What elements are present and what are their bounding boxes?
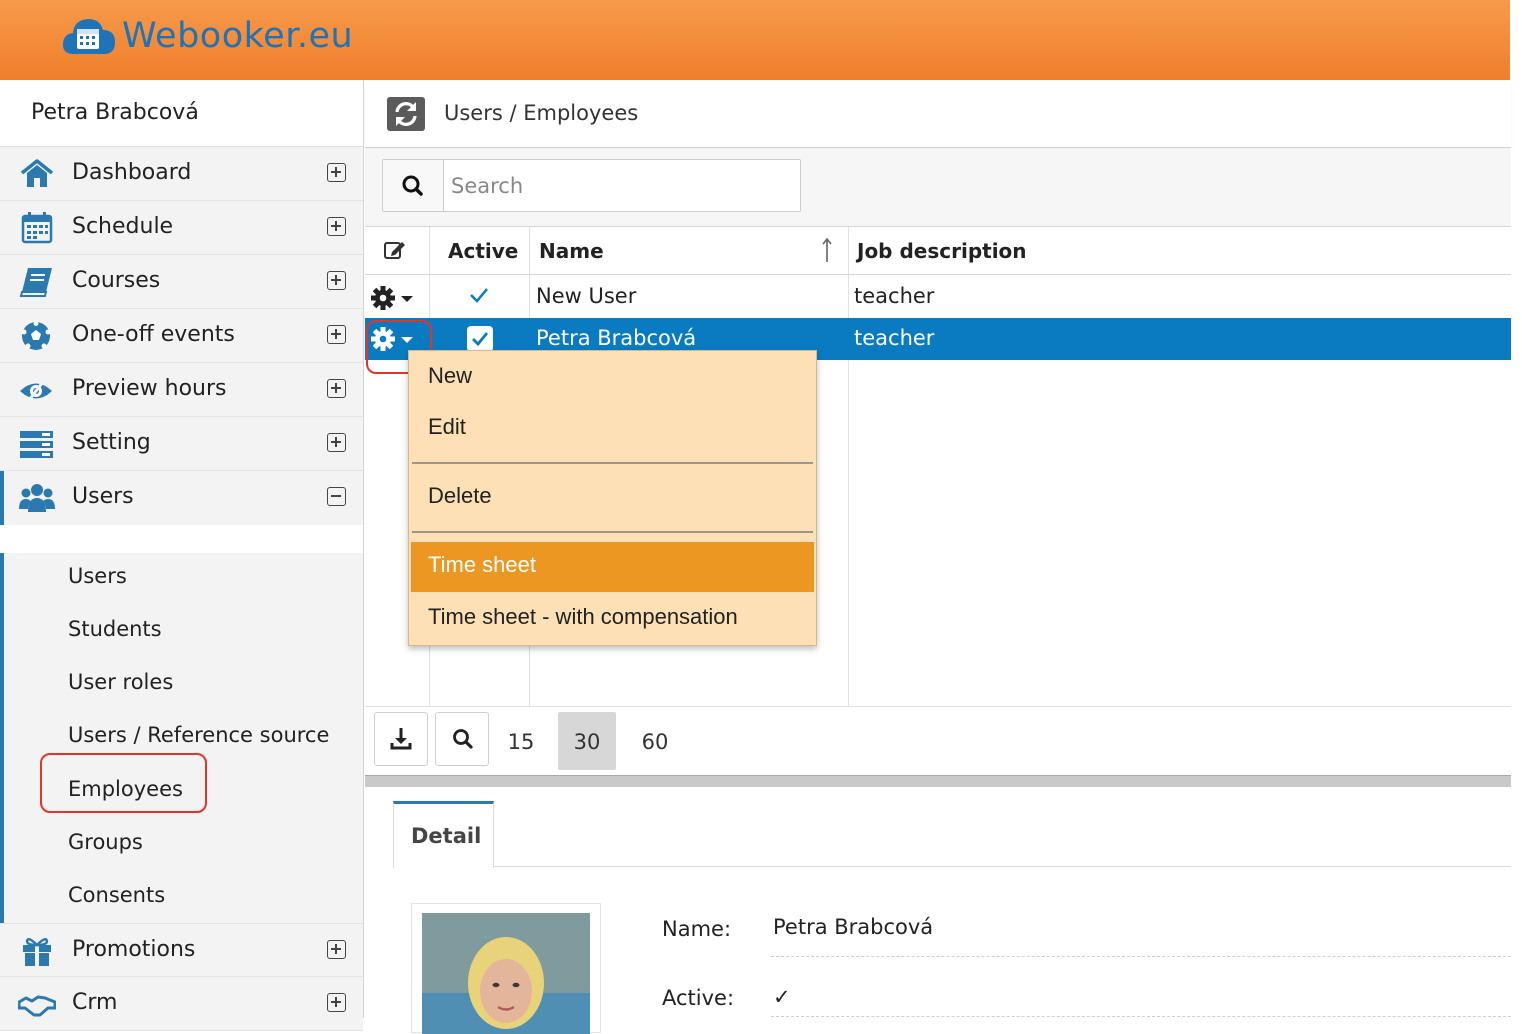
app-header: Webooker.eu <box>0 0 1510 80</box>
cell-job-description: teacher <box>854 326 935 350</box>
app-logo[interactable]: Webooker.eu <box>60 14 353 58</box>
label-active: Active: <box>662 986 735 1010</box>
grid-toolbar <box>365 150 1511 226</box>
menu-item-new[interactable]: New <box>411 353 814 401</box>
sidebar-item-label: Setting <box>72 430 151 455</box>
detail-tabs: Detail <box>393 801 1511 868</box>
filter-search-button[interactable] <box>435 712 489 766</box>
search-box <box>382 159 801 212</box>
expand-icon[interactable] <box>327 163 346 182</box>
sidebar-item-label: Preview hours <box>72 376 227 401</box>
eye-icon <box>18 374 56 406</box>
submenu-item-users-reference-source[interactable]: Users / Reference source <box>68 723 329 747</box>
submenu-item-students[interactable]: Students <box>68 617 162 641</box>
cell-name: Petra Brabcová <box>536 326 697 350</box>
sidebar-item-dashboard[interactable]: Dashboard <box>0 147 363 201</box>
server-icon <box>18 428 56 460</box>
column-header-name[interactable]: Name <box>539 239 604 263</box>
sidebar-item-label: Dashboard <box>72 160 192 185</box>
menu-item-time-sheet[interactable]: Time sheet <box>411 542 814 592</box>
cell-job-description: teacher <box>854 284 935 308</box>
submenu-item-groups[interactable]: Groups <box>68 830 143 854</box>
table-row[interactable]: New User teacher <box>365 276 1511 318</box>
gift-icon <box>18 935 56 967</box>
sidebar-item-crm[interactable]: Crm <box>0 977 363 1031</box>
value-name: Petra Brabcová <box>771 915 1511 957</box>
column-header-active[interactable]: Active <box>448 239 518 263</box>
employee-photo <box>422 913 590 1034</box>
active-check-icon <box>469 286 489 308</box>
sidebar-item-one-off-events[interactable]: One-off events <box>0 309 363 363</box>
sidebar-item-schedule[interactable]: Schedule <box>0 201 363 255</box>
tab-detail[interactable]: Detail <box>393 801 494 868</box>
sidebar-user-name: Petra Brabcová <box>0 80 363 147</box>
grid-header: Active Name Job description <box>365 227 1511 275</box>
expand-icon[interactable] <box>327 379 346 398</box>
expand-icon[interactable] <box>327 433 346 452</box>
soccer-ball-icon <box>18 320 56 352</box>
download-icon <box>390 728 412 750</box>
expand-icon[interactable] <box>327 325 346 344</box>
handshake-icon <box>17 988 57 1020</box>
employee-photo-frame <box>411 903 601 1034</box>
logo-text: Webooker.eu <box>122 16 354 56</box>
value-active: ✓ <box>771 985 1511 1017</box>
label-name: Name: <box>662 917 732 941</box>
search-icon <box>453 729 473 749</box>
annotation-highlight-employees <box>40 753 207 813</box>
search-input[interactable] <box>445 160 800 211</box>
sidebar-item-label: Promotions <box>72 937 196 962</box>
expand-icon[interactable] <box>327 271 346 290</box>
home-icon <box>18 158 56 190</box>
menu-item-time-sheet-with-compensation[interactable]: Time sheet - with compensation <box>411 594 814 642</box>
expand-icon[interactable] <box>327 993 346 1012</box>
sidebar: Petra Brabcová Dashboard Schedule Course… <box>0 80 364 1031</box>
search-icon <box>402 175 423 196</box>
page-size-15[interactable]: 15 <box>492 712 550 770</box>
cloud-calendar-icon <box>60 14 118 58</box>
sidebar-item-label: Users <box>72 484 134 509</box>
submenu-item-users[interactable]: Users <box>68 564 127 588</box>
edit-icon <box>383 239 407 265</box>
menu-divider <box>412 531 813 533</box>
detail-panel: Detail Name: Petra Brabcová Active: ✓ <box>365 788 1511 1034</box>
breadcrumb: Users / Employees <box>444 101 639 125</box>
sort-ascending-icon[interactable] <box>821 236 833 268</box>
sidebar-item-label: Courses <box>72 268 161 293</box>
refresh-button[interactable] <box>387 97 425 131</box>
calendar-icon <box>18 212 56 244</box>
sidebar-item-courses[interactable]: Courses <box>0 255 363 309</box>
users-submenu: Users Students User roles Users / Refere… <box>0 553 363 923</box>
sidebar-item-users[interactable]: Users <box>0 471 363 525</box>
cell-name: New User <box>536 284 637 308</box>
sidebar-item-label: Crm <box>72 990 118 1015</box>
export-button[interactable] <box>374 712 428 766</box>
search-button[interactable] <box>383 160 444 211</box>
column-header-job-description[interactable]: Job description <box>857 239 1027 263</box>
row-actions-gear-icon[interactable] <box>370 284 416 316</box>
submenu-item-consents[interactable]: Consents <box>68 883 165 907</box>
book-icon <box>18 266 56 298</box>
menu-item-delete[interactable]: Delete <box>411 473 814 521</box>
expand-icon[interactable] <box>327 940 346 959</box>
expand-icon[interactable] <box>327 217 346 236</box>
sidebar-item-label: Schedule <box>72 214 174 239</box>
panel-splitter[interactable] <box>365 775 1511 787</box>
page-size-30[interactable]: 30 <box>558 712 616 770</box>
menu-item-edit[interactable]: Edit <box>411 404 814 452</box>
menu-divider <box>412 462 813 464</box>
refresh-icon <box>395 102 417 126</box>
page-size-60[interactable]: 60 <box>626 712 684 770</box>
grid-pager: 15 30 60 <box>365 706 1511 774</box>
sidebar-item-preview-hours[interactable]: Preview hours <box>0 363 363 417</box>
users-icon <box>18 482 56 514</box>
sidebar-item-label: One-off events <box>72 322 235 347</box>
page-header: Users / Employees <box>365 80 1511 148</box>
submenu-item-user-roles[interactable]: User roles <box>68 670 173 694</box>
sidebar-item-promotions[interactable]: Promotions <box>0 923 363 977</box>
sidebar-item-setting[interactable]: Setting <box>0 417 363 471</box>
collapse-icon[interactable] <box>327 487 346 506</box>
row-actions-menu: New Edit Delete Time sheet Time sheet - … <box>408 350 817 646</box>
